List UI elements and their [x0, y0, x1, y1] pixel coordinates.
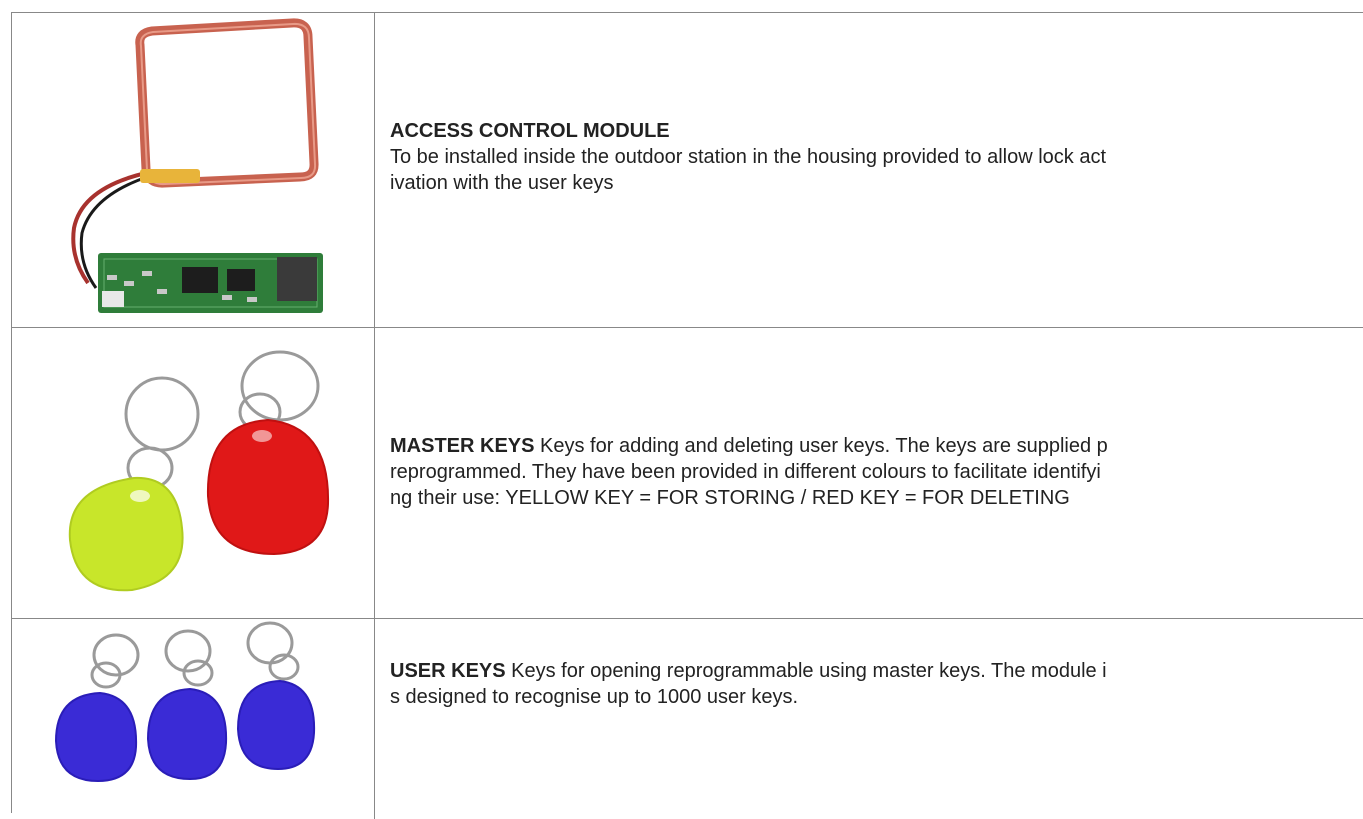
description-line: Keys for opening reprogrammable using ma… — [505, 660, 1107, 682]
master-keys-image — [12, 328, 375, 618]
description-line: Keys for adding and deleting user keys. … — [534, 435, 1108, 457]
description-line: reprogrammed. They have been provided in… — [390, 461, 1101, 483]
description-line: To be installed inside the outdoor stati… — [390, 146, 1107, 168]
table-row-access-control-module: ACCESS CONTROL MODULE To be installed in… — [12, 13, 1363, 328]
description-line: s designed to recognise up to 1000 user … — [390, 686, 799, 708]
user-keys-description: USER KEYS Keys for opening reprogrammabl… — [376, 619, 1363, 819]
access-control-module-title: ACCESS CONTROL MODULE — [390, 120, 670, 142]
access-control-module-image — [12, 13, 375, 327]
access-control-module-description: ACCESS CONTROL MODULE To be installed in… — [376, 13, 1363, 327]
table-row-user-keys: USER KEYS Keys for opening reprogrammabl… — [12, 619, 1363, 819]
user-keys-image — [12, 619, 375, 819]
master-keys-title: MASTER KEYS — [390, 435, 535, 457]
description-line: ivation with the user keys — [390, 172, 614, 194]
product-table: ACCESS CONTROL MODULE To be installed in… — [11, 12, 1363, 819]
master-keys-description: MASTER KEYS Keys for adding and deleting… — [376, 328, 1363, 618]
user-keys-title: USER KEYS — [390, 660, 506, 682]
table-row-master-keys: MASTER KEYS Keys for adding and deleting… — [12, 328, 1363, 619]
description-line: ng their use: YELLOW KEY = FOR STORING /… — [390, 487, 1070, 509]
